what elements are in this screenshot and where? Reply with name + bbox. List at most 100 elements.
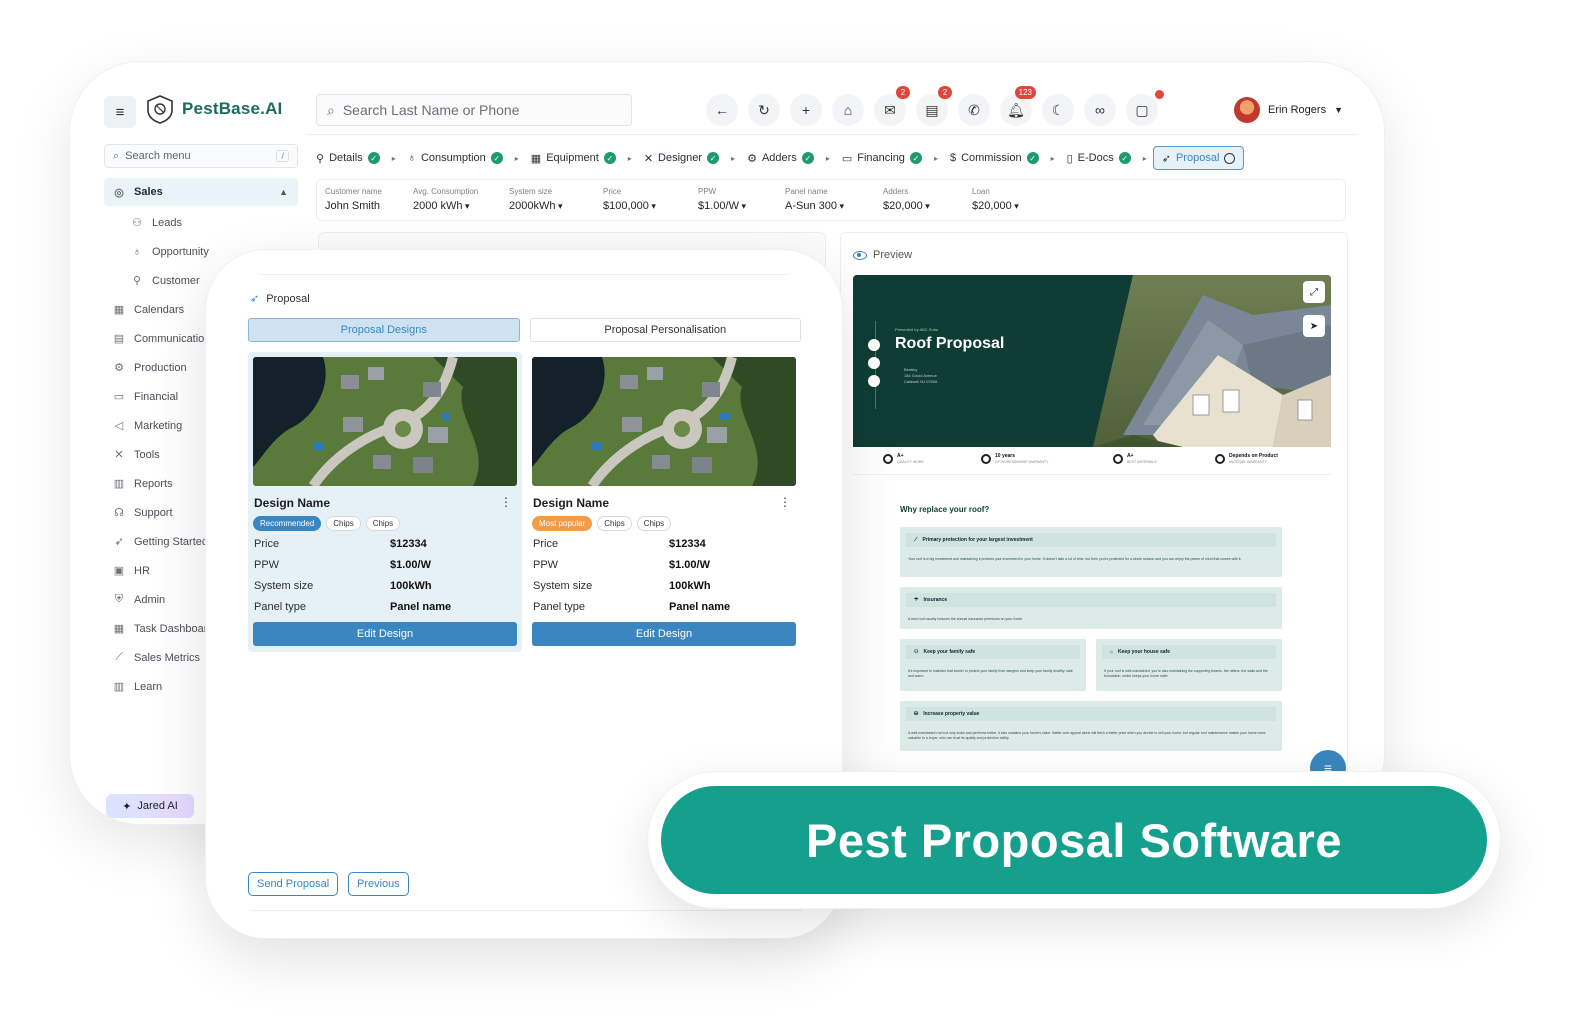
home-button[interactable]: ⌂ [832, 94, 864, 126]
step-financing[interactable]: ▭ Financing ✓ [836, 146, 928, 170]
aerial-image [532, 357, 796, 486]
back-arrow-button[interactable]: ← [706, 94, 738, 126]
eye-icon [853, 250, 867, 260]
check-circle-icon: ✓ [490, 152, 503, 164]
summary-field[interactable]: Loan $20,000 ▾ [972, 187, 1019, 212]
sidebar-item-label: Tools [134, 448, 160, 461]
summary-field[interactable]: Adders $20,000 ▾ [883, 187, 930, 212]
chevron-up-icon: ▲ [279, 187, 288, 197]
summary-value: John Smith [325, 200, 381, 212]
moon-button[interactable]: ☾ [1042, 94, 1074, 126]
chevron-down-icon: ▾ [555, 201, 563, 211]
users-icon: ⚇ [132, 217, 142, 229]
feature-item: Depends on Product MATERIAL WARRANTY [1215, 453, 1278, 464]
summary-field: Customer name John Smith [325, 187, 382, 212]
benefit-card-header: ☂ Insurance [906, 593, 1276, 607]
bell-button[interactable]: 🔔︎ 123 [1000, 86, 1036, 126]
expand-button[interactable]: ⤢ [1303, 281, 1325, 303]
menu-toggle-button[interactable]: ≡ [104, 96, 136, 128]
status-badge: Most popular [532, 516, 593, 531]
top-search-input[interactable]: ⌕ Search Last Name or Phone [316, 94, 632, 126]
summary-field[interactable]: PPW $1.00/W ▾ [698, 187, 746, 212]
summary-value: 2000 kWh [413, 200, 463, 212]
step-consumption[interactable]: ♁ Consumption ✓ [402, 146, 509, 170]
feature-subtitle: BEST MATERIALS [1127, 460, 1157, 464]
step-e-docs[interactable]: ▯ E-Docs ✓ [1061, 146, 1137, 170]
shield-user-icon: ⛨ [114, 593, 124, 605]
sidebar-item-leads[interactable]: ⚇ Leads [104, 208, 298, 237]
more-options-icon[interactable]: ⋮ [779, 495, 791, 509]
sidebar-search-input[interactable]: ⌕ Search menu / [104, 144, 298, 168]
design-card[interactable]: Design Name ⋮ Most popular Chips Chips Price $… [527, 352, 801, 652]
spec-label: PPW [254, 559, 280, 571]
benefit-text: It's important to maintain that barrier … [908, 669, 1073, 678]
brand: PestBase.AI [146, 94, 282, 124]
more-options-icon[interactable]: ⋮ [500, 495, 512, 509]
benefit-card-header: ⛁ Increase property value [906, 707, 1276, 721]
window-button[interactable]: ▢ [1126, 90, 1164, 126]
previous-button[interactable]: Previous [348, 872, 409, 896]
plus-icon: + [801, 102, 811, 118]
phone-button[interactable]: ✆ [958, 94, 990, 126]
benefit-card: ⌂ Keep your house safe If your roof is we… [1096, 639, 1282, 691]
send-proposal-button[interactable]: Send Proposal [248, 872, 339, 896]
proposal-title: Proposal [266, 292, 310, 305]
step-equipment[interactable]: ▦ Equipment ✓ [525, 146, 622, 170]
house-photo [1093, 275, 1331, 447]
sidebar-item-label: Calendars [134, 303, 185, 316]
toolbar-icons: ← ↻ + ⌂ ✉ 2 ▤ 2 ✆ 🔔︎ 123 ☾ ∞ ▢ [706, 86, 1164, 126]
jared-ai-button[interactable]: ✦ Jared AI [106, 794, 194, 818]
instagram-icon[interactable] [868, 339, 880, 351]
tab-proposal-personalisation[interactable]: Proposal Personalisation [529, 318, 801, 342]
banner-frame: Pest Proposal Software [648, 772, 1500, 908]
summary-field[interactable]: Avg. Consumption 2000 kWh ▾ [413, 187, 478, 212]
spec-row: Price $12334 [533, 538, 795, 550]
status-badge: Recommended [253, 516, 322, 531]
lightbulb-icon: ♁ [132, 245, 142, 258]
design-card[interactable]: Design Name ⋮ Recommended Chips Chips Price $1… [248, 352, 522, 652]
glasses-button[interactable]: ∞ [1084, 94, 1116, 126]
send-preview-button[interactable]: ➤ [1303, 315, 1325, 337]
twitter-icon[interactable] [868, 375, 880, 387]
step-adders[interactable]: ⚙ Adders ✓ [741, 146, 820, 170]
summary-field[interactable]: Price $100,000 ▾ [603, 187, 656, 212]
summary-field[interactable]: Panel name A-Sun 300 ▾ [785, 187, 844, 212]
divider [258, 274, 790, 275]
rocket-icon: ➶ [114, 536, 124, 548]
benefit-text: If your roof is well-maintained, you're … [1104, 669, 1268, 678]
facebook-icon[interactable] [868, 357, 880, 369]
feature-title: A+ [1127, 453, 1134, 459]
step-proposal[interactable]: ➶ Proposal [1152, 146, 1245, 170]
search-icon: ⌕ [327, 101, 335, 118]
mail-button[interactable]: ✉ 2 [874, 86, 910, 126]
summary-label: Customer name [325, 187, 382, 196]
step-commission[interactable]: $ Commission ✓ [944, 146, 1045, 170]
plus-button[interactable]: + [790, 94, 822, 126]
edit-design-button[interactable]: Edit Design [253, 622, 517, 646]
spec-label: System size [254, 580, 314, 592]
megaphone-icon: ◁ [114, 420, 124, 432]
hero-presented-by: Presented by ABC Solar [895, 327, 939, 332]
message-button[interactable]: ▤ 2 [916, 86, 952, 126]
user-menu[interactable]: Erin Rogers ▼ [1234, 97, 1343, 123]
summary-field[interactable]: System size 2000kWh ▾ [509, 187, 563, 212]
edit-design-button[interactable]: Edit Design [532, 622, 796, 646]
summary-label: Loan [972, 187, 990, 196]
jared-ai-label: Jared AI [137, 800, 178, 812]
spec-label: Price [533, 538, 559, 550]
trend-icon: ⟋ [914, 537, 918, 543]
sidebar-item-label: Sales Metrics [134, 651, 201, 664]
chevron-right-icon: ▸ [514, 153, 519, 163]
chip: Chips [597, 516, 632, 531]
chevron-down-icon: ▾ [648, 201, 656, 211]
refresh-button[interactable]: ↻ [748, 94, 780, 126]
feature-item: A+ BEST MATERIALS [1113, 453, 1157, 464]
step-details[interactable]: ⚲ Details ✓ [310, 146, 386, 170]
summary-value: 2000kWh [509, 200, 556, 212]
step-designer[interactable]: ✕ Designer ✓ [638, 146, 725, 170]
spec-label: Panel type [254, 601, 306, 613]
sidebar-item-sales[interactable]: ◎ Sales ▲ [104, 178, 298, 206]
preview-header: Preview [853, 249, 912, 261]
tab-proposal-designs[interactable]: Proposal Designs [248, 318, 520, 342]
chevron-down-icon: ▾ [922, 201, 930, 211]
